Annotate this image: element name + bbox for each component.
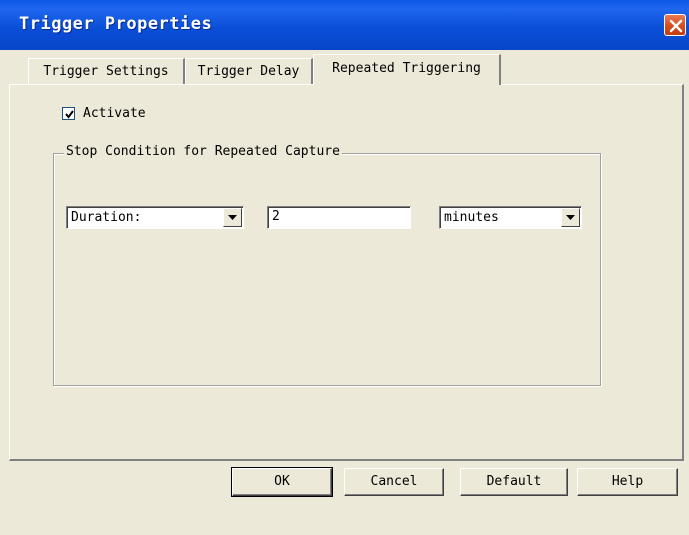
stop-condition-group [53, 153, 601, 386]
help-button[interactable]: Help [577, 468, 678, 496]
activate-row: Activate [62, 106, 146, 121]
chevron-down-icon [566, 215, 575, 220]
default-button[interactable]: Default [460, 468, 568, 496]
tab-repeated-triggering[interactable]: Repeated Triggering [313, 54, 501, 85]
stop-type-value: Duration: [71, 210, 142, 225]
stop-condition-legend: Stop Condition for Repeated Capture [64, 144, 342, 159]
activate-label[interactable]: Activate [83, 106, 146, 121]
duration-amount-input[interactable]: 2 [267, 206, 411, 229]
stop-type-dropdown-button[interactable] [223, 208, 242, 227]
tab-label: Trigger Settings [43, 64, 169, 79]
duration-unit-value: minutes [444, 210, 499, 225]
close-button[interactable] [664, 14, 686, 36]
close-icon [669, 19, 683, 33]
ok-button[interactable]: OK [231, 467, 333, 497]
window-title: Trigger Properties [19, 14, 213, 34]
tab-trigger-delay[interactable]: Trigger Delay [185, 58, 313, 84]
tab-trigger-settings[interactable]: Trigger Settings [28, 58, 185, 84]
activate-checkbox[interactable] [62, 107, 75, 120]
checkmark-icon [65, 110, 74, 119]
title-bar[interactable]: Trigger Properties [0, 0, 689, 50]
duration-unit-select[interactable]: minutes [439, 206, 582, 229]
tab-label: Trigger Delay [197, 64, 300, 79]
tab-label: Repeated Triggering [332, 61, 481, 76]
duration-unit-dropdown-button[interactable] [561, 208, 580, 227]
stop-type-select[interactable]: Duration: [66, 206, 244, 229]
cancel-button[interactable]: Cancel [344, 468, 444, 496]
chevron-down-icon [228, 215, 237, 220]
trigger-properties-dialog: Trigger Properties Trigger Settings Trig… [0, 0, 689, 535]
